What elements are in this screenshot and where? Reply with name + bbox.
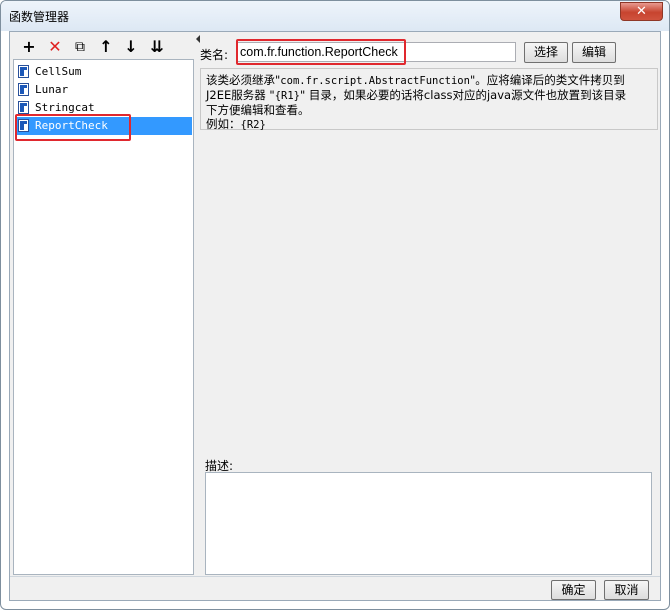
- dialog-client-area: + ✕ ⧉ ↑ ↓ ⇊ CellSum Lunar Stringcat Repo…: [9, 31, 661, 601]
- footer-divider: [10, 576, 660, 577]
- add-icon[interactable]: +: [19, 37, 39, 57]
- move-up-icon[interactable]: ↑: [96, 37, 116, 57]
- choose-button[interactable]: 选择: [524, 42, 568, 63]
- edit-button[interactable]: 编辑: [572, 42, 616, 63]
- list-item[interactable]: Lunar: [15, 81, 192, 99]
- function-manager-window: 函数管理器 ✕ + ✕ ⧉ ↑ ↓ ⇊ CellSum Lunar String…: [0, 0, 670, 610]
- annotation-highlight-box: [236, 39, 406, 65]
- annotation-highlight-box: [15, 114, 131, 141]
- usage-hint-area: 该类必须继承"com.fr.script.AbstractFunction"。应…: [200, 68, 658, 131]
- usage-hint-line: J2EE服务器 "{R1}" 目录，如果必要的话将class对应的java源文件…: [206, 88, 627, 102]
- function-list-panel: + ✕ ⧉ ↑ ↓ ⇊ CellSum Lunar Stringcat Repo…: [13, 35, 194, 575]
- window-title: 函数管理器: [9, 10, 70, 24]
- class-file-icon: [18, 83, 29, 96]
- list-item-label: Lunar: [35, 83, 69, 96]
- description-input[interactable]: [205, 472, 652, 575]
- function-detail-panel: 类名: com.fr.function.ReportCheck 选择 编辑 该类…: [200, 35, 658, 575]
- usage-hint-line: 下方便编辑和查看。: [206, 103, 310, 117]
- usage-hint-line: 例如：{R2}: [206, 117, 266, 131]
- close-button[interactable]: ✕: [620, 2, 663, 21]
- ok-button[interactable]: 确定: [551, 580, 596, 600]
- usage-hint-line: 该类必须继承"com.fr.script.AbstractFunction"。应…: [206, 73, 625, 87]
- move-down-icon[interactable]: ↓: [121, 37, 141, 57]
- delete-icon[interactable]: ✕: [45, 37, 65, 57]
- list-toolbar: + ✕ ⧉ ↑ ↓ ⇊: [13, 35, 194, 59]
- sort-icon[interactable]: ⇊: [147, 37, 167, 57]
- list-item-label: CellSum: [35, 65, 82, 78]
- class-file-icon: [18, 65, 29, 78]
- cancel-button[interactable]: 取消: [604, 580, 649, 600]
- close-icon: ✕: [636, 4, 647, 19]
- class-file-icon: [18, 101, 29, 114]
- title-bar[interactable]: 函数管理器 ✕: [1, 1, 669, 31]
- list-item[interactable]: CellSum: [15, 63, 192, 81]
- class-name-label: 类名:: [200, 48, 229, 62]
- copy-icon[interactable]: ⧉: [70, 37, 90, 57]
